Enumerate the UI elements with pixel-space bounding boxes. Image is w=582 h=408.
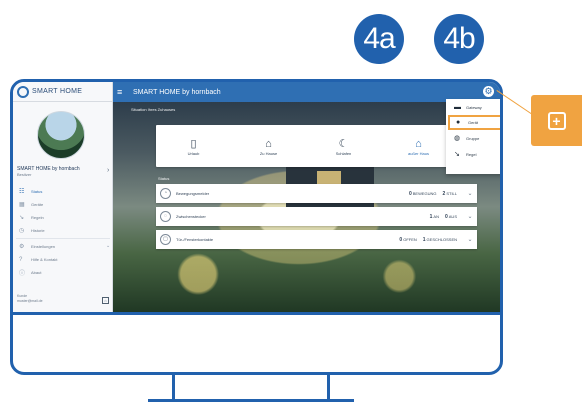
menu-item-label: Gruppe [466,135,480,141]
away-icon: ⌂ [415,137,422,150]
vacation-icon: ▯ [190,137,197,150]
history-icon: ◷ [19,228,25,234]
illustration: 4a 4b ≡ SMART HOME by hornbach ⚙ SMART H… [0,0,582,408]
scene-label: Urlaub [187,150,200,156]
devices-icon: ▦ [19,202,25,208]
sidebar-item-label: Regeln [31,215,44,220]
logo: SMART HOME [13,82,112,102]
plus-icon: + [547,111,566,130]
status-row-door-window[interactable]: ▢ Tür-/Fensterkontakte 0OFFEN 1GESCHLOSS… [156,230,477,249]
avatar [37,111,85,159]
app-screen: ≡ SMART HOME by hornbach ⚙ SMART HOME SM… [13,82,500,312]
sidebar-item-rules[interactable]: ↘ Regeln [13,211,113,224]
still-count: 2STILL [442,190,457,197]
step-4a-badge: 4a [354,14,404,64]
menu-item-rule[interactable]: ↘ Regel [446,146,500,162]
gateway-icon: ▬ [454,103,461,111]
row-label: Tür-/Fensterkontakte [176,237,214,242]
logo-mark-icon [17,85,29,98]
topbar: ≡ SMART HOME by hornbach ⚙ [113,82,500,102]
on-count: 1AN [429,213,439,220]
off-count: 0AUS [444,213,457,220]
user-block: Kunde muster@mail.de ⌂ [17,294,109,310]
sidebar-item-about[interactable]: ⓘ Abaut [13,266,113,279]
settings-icon: ⚙ [19,244,25,250]
sidebar: SMART HOME SMART HOME by hornbach Besitz… [13,82,113,312]
sidebar-nav: ☷ Status ▦ Geräte ↘ Regeln ◷ Historie ⚙ … [13,185,113,279]
motion-sensor-icon: ◔ [160,188,171,199]
row-label: Bewegungsmelder [176,191,210,196]
status-row-smart-plug[interactable]: ◌ Zwischenstecker 1AN 0AUS ⌄ [156,207,477,226]
sidebar-item-help[interactable]: ? Hilfe & Kontakt [13,253,113,266]
user-email: muster@mail.de [17,299,43,303]
smart-plug-icon: ◌ [160,211,171,222]
open-count: 0OFFEN [399,236,417,243]
monitor-base [148,399,354,402]
device-icon: ● [456,119,461,126]
closed-count: 1GESCHLOSSEN [422,236,457,243]
info-icon: ⓘ [19,271,26,277]
scene-label: Zu Hause [259,150,278,156]
menu-item-label: Regel [466,151,477,157]
chevron-down-icon[interactable]: ⌄ [463,190,477,197]
scene-away[interactable]: ⌂ außer Haus [381,125,456,167]
chevron-down-icon: ⌄ [106,243,111,249]
status-heading: Status [158,176,170,181]
sidebar-item-settings[interactable]: ⚙ Einstellungen ⌄ [13,240,113,253]
rule-icon: ↘ [454,151,460,158]
scenes-card: ▯ Urlaub ⌂ Zu Hause ☾ Schlafen ⌂ außer H… [156,125,456,167]
settings-gear-icon[interactable]: ⚙ [483,86,494,97]
monitor-bezel-line [13,312,500,315]
status-row-motion[interactable]: ◔ Bewegungsmelder 0BEWEGUNG 2STILL ⌄ [156,184,477,203]
motion-count: 0BEWEGUNG [408,190,437,197]
monitor-stand [172,374,330,402]
scene-sleep[interactable]: ☾ Schlafen [306,125,381,167]
menu-item-label: Gateway [466,104,482,110]
status-icon: ☷ [19,189,25,195]
sidebar-item-status[interactable]: ☷ Status [13,185,113,198]
sidebar-item-history[interactable]: ◷ Historie [13,224,113,237]
sidebar-item-label: Einstellungen [31,244,56,249]
door-window-contact-icon: ▢ [160,234,171,245]
logo-text: SMART HOME [32,88,83,95]
menu-item-device[interactable]: ● Gerät [448,115,500,130]
scene-label: Schlafen [335,150,352,156]
menu-item-label: Gerät [468,120,479,125]
step-4b-badge: 4b [434,14,484,64]
menu-item-group[interactable]: ◍ Gruppe [446,130,500,146]
sidebar-item-label: Abaut [31,270,42,275]
profile-role: Besitzer [17,172,32,177]
help-icon: ? [19,256,23,263]
window-title: SMART HOME by hornbach [133,88,221,96]
chevron-down-icon[interactable]: ⌄ [463,236,477,243]
add-menu: ▬ Gateway ● Gerät ◍ Gruppe ↘ Regel [446,99,500,174]
scene-vacation[interactable]: ▯ Urlaub [156,125,231,167]
sidebar-item-label: Historie [31,228,45,233]
sidebar-item-label: Geräte [31,202,44,207]
chevron-down-icon[interactable]: ⌄ [463,213,477,220]
home-icon: ⌂ [265,137,272,150]
scene-label: außer Haus [408,150,429,156]
rules-icon: ↘ [19,215,25,221]
row-label: Zwischenstecker [176,214,206,219]
sleep-icon: ☾ [338,137,349,150]
chevron-right-icon[interactable]: › [107,167,109,174]
menu-item-gateway[interactable]: ▬ Gateway [446,99,500,115]
add-callout: + [531,95,582,146]
sidebar-item-devices[interactable]: ▦ Geräte [13,198,113,211]
main-content: Situation Ihres Zuhauses ▯ Urlaub ⌂ Zu H… [113,102,500,312]
logout-icon[interactable]: ⌂ [102,297,109,304]
sidebar-item-label: Hilfe & Kontakt [31,257,58,262]
sidebar-item-label: Status [31,189,43,194]
monitor-frame: ≡ SMART HOME by hornbach ⚙ SMART HOME SM… [10,79,503,375]
scenes-heading: Situation Ihres Zuhauses [131,107,176,112]
sidebar-divider [16,238,110,239]
menu-icon[interactable]: ≡ [117,87,127,97]
scene-home[interactable]: ⌂ Zu Hause [231,125,306,167]
group-icon: ◍ [454,135,461,142]
